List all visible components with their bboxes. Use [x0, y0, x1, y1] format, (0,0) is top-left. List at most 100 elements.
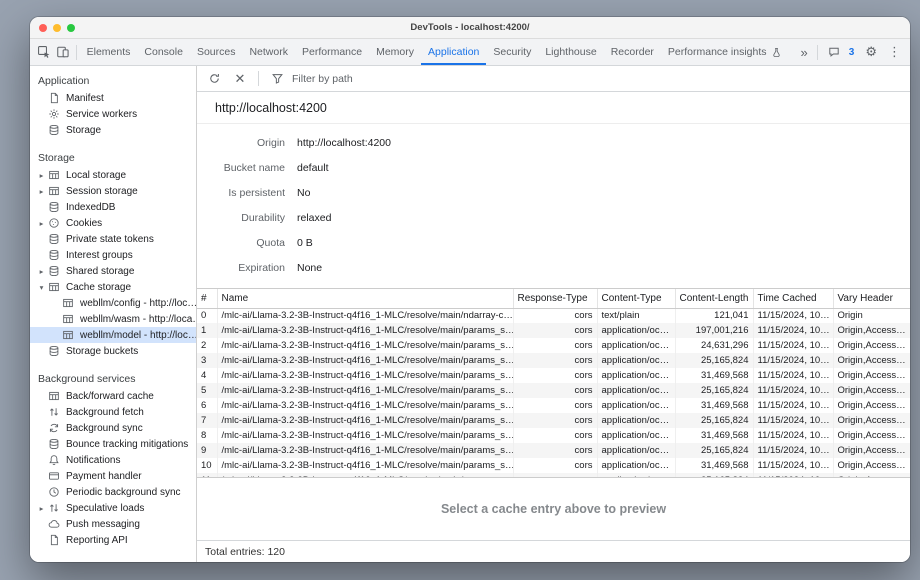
sidebar-item-indexeddb[interactable]: IndexedDB	[30, 199, 196, 215]
cache-entry-row[interactable]: 5/mlc-ai/Llama-3.2-3B-Instruct-q4f16_1-M…	[197, 383, 910, 398]
cache-entry-row[interactable]: 6/mlc-ai/Llama-3.2-3B-Instruct-q4f16_1-M…	[197, 398, 910, 413]
sidebar-item-shared-storage[interactable]: ▸Shared storage	[30, 263, 196, 279]
sidebar-item-periodic-background-sync[interactable]: Periodic background sync	[30, 484, 196, 500]
tab-label: Network	[249, 46, 288, 58]
inspect-element-icon[interactable]	[34, 41, 53, 63]
cache-cell: text/plain	[597, 308, 675, 323]
kebab-menu-icon[interactable]: ⋮	[883, 44, 906, 60]
tab-recorder[interactable]: Recorder	[604, 39, 661, 65]
cache-cell: /mlc-ai/Llama-3.2-3B-Instruct-q4f16_1-ML…	[217, 353, 513, 368]
statusbar: Total entries: 120	[197, 540, 910, 562]
refresh-icon[interactable]	[203, 68, 225, 90]
cache-entry-row[interactable]: 10/mlc-ai/Llama-3.2-3B-Instruct-q4f16_1-…	[197, 458, 910, 473]
tab-elements[interactable]: Elements	[80, 39, 138, 65]
sidebar-item-push-messaging[interactable]: Push messaging	[30, 516, 196, 532]
table-icon	[61, 312, 75, 326]
cache-cell: Origin,Access…	[833, 353, 910, 368]
sidebar-item-private-state-tokens[interactable]: Private state tokens	[30, 231, 196, 247]
sidebar-item-back-forward-cache[interactable]: Back/forward cache	[30, 388, 196, 404]
tab-application[interactable]: Application	[421, 39, 486, 65]
delete-selected-icon[interactable]: ✕	[229, 68, 251, 90]
cache-cell: 6	[197, 398, 217, 413]
message-bubble-icon	[827, 45, 841, 59]
tab-performance[interactable]: Performance	[295, 39, 369, 65]
cache-entry-row[interactable]: 1/mlc-ai/Llama-3.2-3B-Instruct-q4f16_1-M…	[197, 323, 910, 338]
sidebar-item-speculative-loads[interactable]: ▸Speculative loads	[30, 500, 196, 516]
column-header-vary-header[interactable]: Vary Header	[833, 289, 910, 308]
console-messages-button[interactable]: 3	[822, 45, 860, 59]
zoom-window-button[interactable]	[67, 24, 75, 32]
sidebar-item-interest-groups[interactable]: Interest groups	[30, 247, 196, 263]
twisty-right-icon[interactable]: ▸	[36, 187, 47, 196]
sidebar-item-notifications[interactable]: Notifications	[30, 452, 196, 468]
sidebar-item-webllm-model-http-loc[interactable]: webllm/model - http://loc…	[30, 327, 196, 343]
tab-network[interactable]: Network	[242, 39, 295, 65]
sidebar-section-background-services: Background servicesBack/forward cacheBac…	[30, 368, 196, 548]
cache-entry-row[interactable]: 2/mlc-ai/Llama-3.2-3B-Instruct-q4f16_1-M…	[197, 338, 910, 353]
column-header-name[interactable]: Name	[217, 289, 513, 308]
updown-icon	[47, 501, 61, 515]
cache-entry-row[interactable]: 0/mlc-ai/Llama-3.2-3B-Instruct-q4f16_1-M…	[197, 308, 910, 323]
tab-lighthouse[interactable]: Lighthouse	[538, 39, 603, 65]
cache-entry-row[interactable]: 4/mlc-ai/Llama-3.2-3B-Instruct-q4f16_1-M…	[197, 368, 910, 383]
panel-tabs: ElementsConsoleSources Network Performance…	[80, 39, 796, 65]
twisty-right-icon[interactable]: ▸	[36, 267, 47, 276]
cache-cell: 10	[197, 458, 217, 473]
tab-sources[interactable]: Sources	[190, 39, 243, 65]
cache-cell: 25,165,824	[675, 443, 753, 458]
cache-cell: Origin,Access…	[833, 338, 910, 353]
sidebar-item-cookies[interactable]: ▸Cookies	[30, 215, 196, 231]
twisty-right-icon[interactable]: ▸	[36, 504, 47, 513]
sidebar-item-session-storage[interactable]: ▸ Session storage	[30, 183, 196, 199]
device-toolbar-icon[interactable]	[53, 41, 72, 63]
tab-performance-insights[interactable]: Performance insights	[661, 39, 796, 65]
cache-cell: 31,469,568	[675, 368, 753, 383]
column-header-[interactable]: #	[197, 289, 217, 308]
sidebar-item-manifest[interactable]: Manifest	[30, 90, 196, 106]
sidebar-item-webllm-wasm-http-loca[interactable]: webllm/wasm - http://loca…	[30, 311, 196, 327]
sidebar-item-payment-handler[interactable]: Payment handler	[30, 468, 196, 484]
cache-cell: cors	[513, 383, 597, 398]
column-header-time-cached[interactable]: Time Cached	[753, 289, 833, 308]
column-header-content-length[interactable]: Content-Length	[675, 289, 753, 308]
twisty-right-icon[interactable]: ▸	[36, 219, 47, 228]
cache-entries-table-wrap[interactable]: #NameResponse-TypeContent-TypeContent-Le…	[197, 288, 910, 478]
cache-cell: /mlc-ai/Llama-3.2-3B-Instruct-q4f16_1-ML…	[217, 338, 513, 353]
sidebar-item-reporting-api[interactable]: Reporting API	[30, 532, 196, 548]
twisty-down-icon[interactable]: ▾	[36, 283, 47, 292]
tab-console[interactable]: Console	[137, 39, 190, 65]
cache-entry-row[interactable]: 7/mlc-ai/Llama-3.2-3B-Instruct-q4f16_1-M…	[197, 413, 910, 428]
close-window-button[interactable]	[39, 24, 47, 32]
sidebar-item-cache-storage[interactable]: ▾Cache storage	[30, 279, 196, 295]
cache-cell: 11/15/2024, 10…	[753, 368, 833, 383]
cache-entry-row[interactable]: 9/mlc-ai/Llama-3.2-3B-Instruct-q4f16_1-M…	[197, 443, 910, 458]
cache-entry-row[interactable]: 8/mlc-ai/Llama-3.2-3B-Instruct-q4f16_1-M…	[197, 428, 910, 443]
sidebar-section-application: ApplicationManifestService workersStorag…	[30, 70, 196, 138]
more-tabs-icon[interactable]: »	[796, 45, 813, 60]
minimize-window-button[interactable]	[53, 24, 61, 32]
sidebar-item-storage-buckets[interactable]: Storage buckets	[30, 343, 196, 359]
sidebar-item-background-sync[interactable]: Background sync	[30, 420, 196, 436]
settings-gear-icon[interactable]: ⚙	[860, 44, 882, 60]
sidebar-item-label: Session storage	[66, 186, 138, 197]
sidebar-item-storage[interactable]: Storage	[30, 122, 196, 138]
sidebar-item-local-storage[interactable]: ▸Local storage	[30, 167, 196, 183]
sidebar-item-bounce-tracking-mitigations[interactable]: Bounce tracking mitigations	[30, 436, 196, 452]
tab-security[interactable]: Security	[486, 39, 538, 65]
cache-cell: /mlc-ai/Llama-3.2-3B-Instruct-q4f16_1-ML…	[217, 458, 513, 473]
sidebar-item-label: Background fetch	[66, 407, 144, 418]
cache-cell: 121,041	[675, 308, 753, 323]
cache-cell: application/oc…	[597, 353, 675, 368]
cache-cell: 24,631,296	[675, 338, 753, 353]
cache-entry-row[interactable]: 3/mlc-ai/Llama-3.2-3B-Instruct-q4f16_1-M…	[197, 353, 910, 368]
column-header-response-type[interactable]: Response-Type	[513, 289, 597, 308]
sidebar-item-service-workers[interactable]: Service workers	[30, 106, 196, 122]
meta-value: None	[297, 262, 322, 274]
cache-cell: Origin,Access…	[833, 368, 910, 383]
sidebar-item-background-fetch[interactable]: Background fetch	[30, 404, 196, 420]
column-header-content-type[interactable]: Content-Type	[597, 289, 675, 308]
twisty-right-icon[interactable]: ▸	[36, 171, 47, 180]
filter-by-path-input[interactable]	[292, 73, 432, 85]
sidebar-item-webllm-config-http-loc[interactable]: webllm/config - http://loc…	[30, 295, 196, 311]
tab-memory[interactable]: Memory	[369, 39, 421, 65]
